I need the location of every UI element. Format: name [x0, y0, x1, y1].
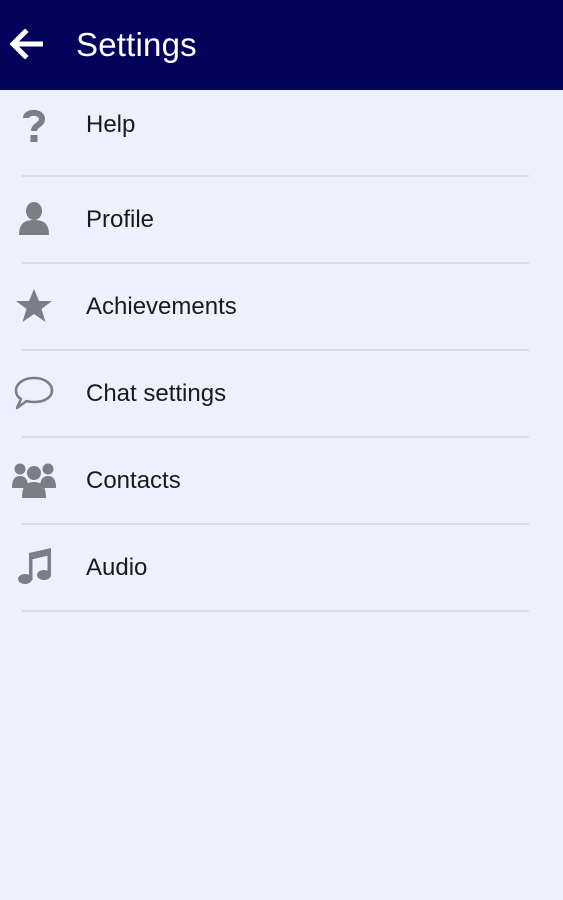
settings-item-profile[interactable]: Profile: [0, 177, 563, 264]
music-note-icon: [10, 543, 58, 591]
settings-item-help[interactable]: Help: [0, 90, 563, 177]
arrow-left-icon: [9, 29, 43, 59]
chat-bubble-icon: [10, 369, 58, 417]
help-icon: [10, 102, 58, 150]
settings-item-audio[interactable]: Audio: [0, 525, 563, 612]
contacts-icon: [10, 456, 58, 504]
settings-item-contacts[interactable]: Contacts: [0, 438, 563, 525]
settings-item-label: Chat settings: [86, 380, 227, 407]
settings-item-achievements[interactable]: Achievements: [0, 264, 563, 351]
settings-list: Help Profile Achievements Chat settings: [0, 90, 563, 612]
app-bar: Settings: [0, 0, 563, 90]
settings-item-label: Audio: [86, 554, 148, 581]
profile-icon: [10, 195, 58, 243]
back-button[interactable]: [6, 26, 46, 62]
settings-item-chat-settings[interactable]: Chat settings: [0, 351, 563, 438]
page-title: Settings: [76, 26, 197, 63]
settings-item-label: Help: [86, 111, 136, 138]
settings-item-label: Achievements: [86, 293, 237, 320]
settings-item-label: Profile: [86, 206, 155, 233]
star-icon: [10, 282, 58, 330]
settings-item-label: Contacts: [86, 467, 181, 494]
